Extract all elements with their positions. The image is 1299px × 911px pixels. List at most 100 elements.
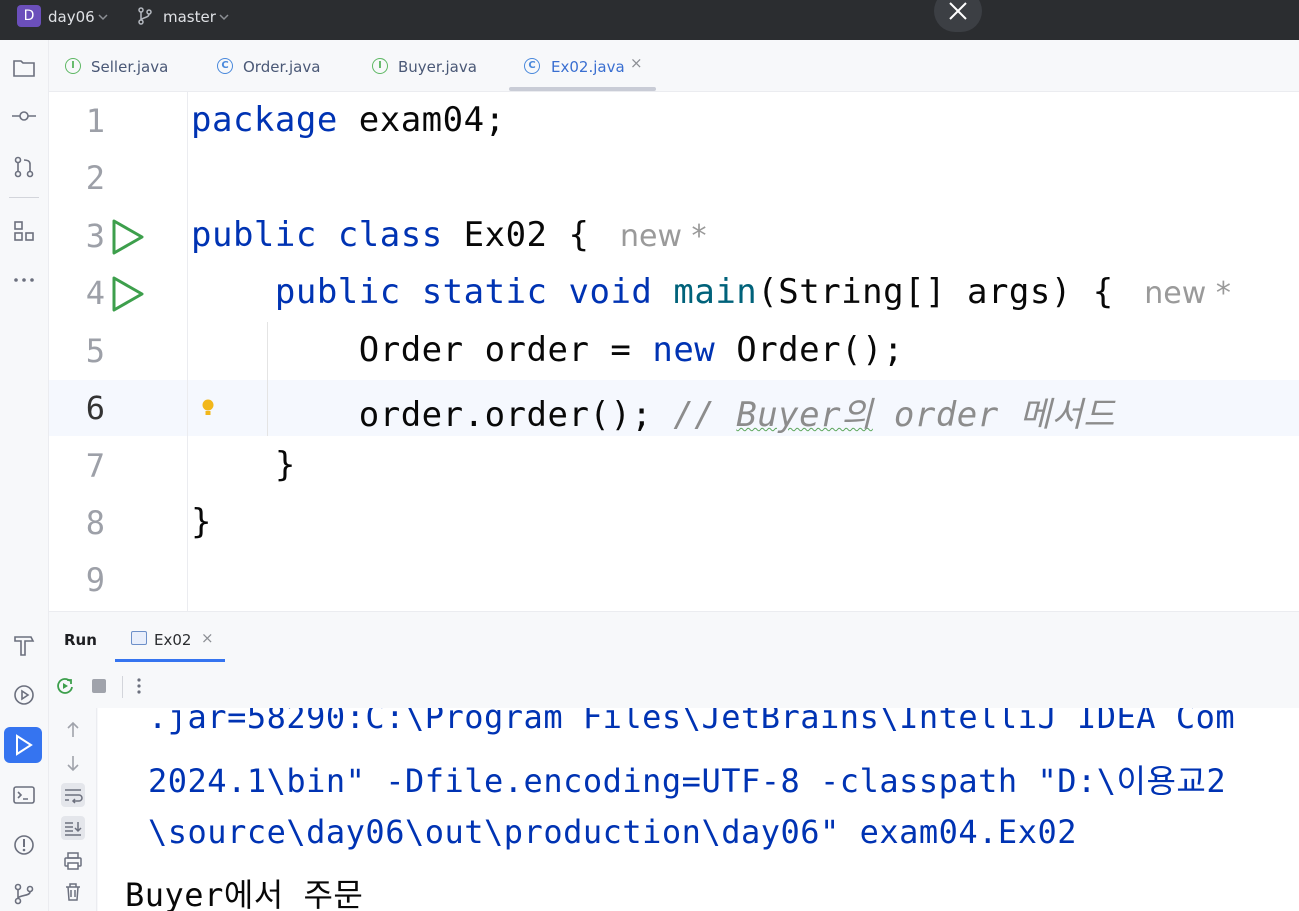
tab-label: Seller.java [91, 58, 169, 76]
code-token: public [274, 272, 401, 312]
line-number: 3 [85, 217, 105, 255]
structure-icon[interactable] [12, 219, 36, 243]
code-editor[interactable]: 1 2 3 4 5 6 7 8 9 package exam04; public… [49, 92, 1299, 611]
close-icon [949, 2, 967, 20]
chevron-down-icon[interactable] [98, 6, 108, 31]
line-number: 6 [85, 389, 105, 427]
code-line[interactable]: Order order = new Order(); [191, 330, 904, 370]
run-tab-close-icon[interactable]: × [201, 629, 214, 647]
code-token: } [191, 502, 212, 542]
services-icon[interactable] [12, 683, 36, 707]
code-vision-hint[interactable]: new * [1135, 276, 1231, 311]
tab-seller-java[interactable]: I Seller.java [65, 40, 195, 92]
code-line[interactable]: order.order(); // Buyer의 order 메서드 [191, 387, 1115, 436]
tab-close-icon[interactable]: × [630, 54, 643, 72]
line-number: 1 [85, 102, 105, 140]
code-vision-hint[interactable]: new * [610, 219, 707, 254]
rerun-icon[interactable] [55, 676, 75, 696]
code-line[interactable]: public class Ex02 { new * [191, 215, 707, 255]
code-token: order 메서드 [872, 395, 1116, 435]
code-token: Order(); [715, 330, 904, 370]
branch-name[interactable]: master [163, 8, 216, 26]
more-tools-icon[interactable] [12, 268, 36, 292]
git-icon[interactable] [12, 882, 36, 906]
code-token: new [652, 330, 716, 370]
toolbar-separator [122, 676, 123, 698]
tab-label: Buyer.java [398, 58, 477, 76]
interface-icon: I [65, 58, 81, 74]
line-number: 2 [85, 159, 105, 197]
code-line[interactable]: package exam04; [191, 100, 506, 140]
console-line: Buyer에서 주문 [125, 876, 364, 911]
run-toolbar [49, 664, 1299, 708]
code-line[interactable]: public static void main(String[] args) {… [191, 272, 1231, 312]
active-tab-indicator [509, 87, 656, 91]
code-token: exam04; [337, 100, 506, 140]
print-icon[interactable] [61, 849, 85, 873]
tab-label: Ex02.java [551, 58, 625, 76]
soft-wrap-icon[interactable] [61, 783, 85, 807]
code-token: } [191, 445, 296, 485]
tab-order-java[interactable]: C Order.java [217, 40, 347, 92]
trash-icon[interactable] [61, 880, 85, 904]
project-folder-icon[interactable] [12, 56, 36, 80]
more-options-icon[interactable] [129, 676, 149, 696]
code-token: static [421, 272, 548, 312]
project-name[interactable]: day06 [48, 8, 95, 26]
console-line: .jar=58290:C:\Program Files\JetBrains\In… [148, 708, 1236, 736]
problems-icon[interactable] [12, 833, 36, 857]
run-panel-title: Run [64, 631, 97, 649]
code-line[interactable]: } [191, 445, 296, 485]
run-icon [16, 734, 33, 756]
run-tool-window: Run Ex02 × .jar=58290:C:\Program Files\J… [49, 611, 1299, 911]
project-badge[interactable]: D [17, 5, 41, 27]
code-token: package [191, 100, 338, 140]
terminal-icon[interactable] [12, 783, 36, 807]
class-icon: C [217, 58, 233, 74]
console-output[interactable]: .jar=58290:C:\Program Files\JetBrains\In… [98, 708, 1299, 911]
scroll-to-end-icon[interactable] [61, 816, 85, 840]
console-line: 2024.1\bin" -Dfile.encoding=UTF-8 -class… [148, 762, 1227, 800]
branch-icon[interactable] [137, 7, 153, 25]
scroll-up-icon[interactable] [61, 718, 85, 742]
editor-tab-bar: I Seller.java C Order.java I Buyer.java … [49, 40, 1299, 92]
commit-icon[interactable] [12, 104, 36, 128]
interface-icon: I [372, 58, 388, 74]
run-tab-ex02[interactable]: Ex02 [154, 631, 191, 649]
title-bar: D day06 master [0, 0, 1299, 40]
code-token: Order order = [191, 330, 653, 370]
active-run-tab-indicator [115, 659, 225, 662]
tab-ex02-java[interactable]: C Ex02.java × [524, 40, 654, 92]
run-config-icon [131, 631, 147, 645]
code-token: void [568, 272, 653, 312]
run-class-gutter-icon[interactable] [111, 218, 145, 256]
code-token: order.order(); [191, 395, 674, 435]
code-token: class [337, 215, 443, 255]
chevron-down-icon[interactable] [219, 6, 229, 31]
gutter-divider [187, 92, 188, 611]
line-number: 4 [85, 274, 105, 312]
pull-requests-icon[interactable] [12, 155, 36, 179]
run-main-gutter-icon[interactable] [111, 275, 145, 313]
console-side-toolbar [49, 708, 97, 911]
stop-icon[interactable] [89, 676, 109, 696]
line-number: 5 [85, 332, 105, 370]
code-token: main [673, 272, 758, 312]
code-token: Buyer의 [736, 395, 873, 435]
left-tool-strip [0, 40, 49, 911]
separator [9, 197, 39, 198]
code-token: public [191, 215, 317, 255]
tab-buyer-java[interactable]: I Buyer.java [372, 40, 502, 92]
run-tool-window-button[interactable] [4, 727, 42, 763]
code-line[interactable]: } [191, 502, 212, 542]
runnable-class-icon: C [524, 58, 540, 74]
build-hammer-icon[interactable] [12, 633, 36, 657]
close-button[interactable] [934, 0, 982, 32]
tab-label: Order.java [243, 58, 321, 76]
scroll-down-icon[interactable] [61, 751, 85, 775]
